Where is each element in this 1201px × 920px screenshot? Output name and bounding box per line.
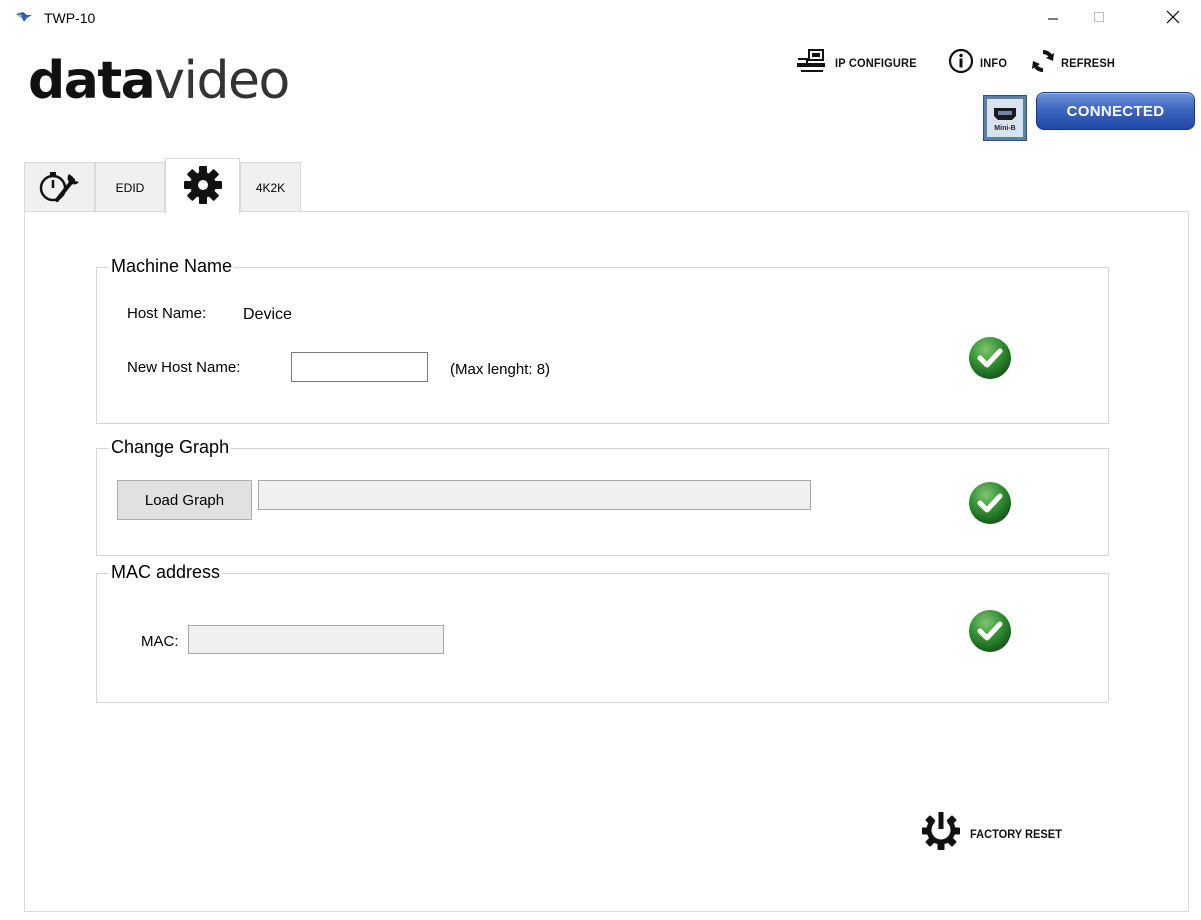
new-host-name-input[interactable] — [292, 353, 427, 381]
graph-path-field[interactable] — [258, 480, 811, 510]
check-icon — [969, 482, 1011, 524]
title-bar: TWP-10 — [0, 0, 1201, 34]
machine-name-title: Machine Name — [109, 256, 235, 277]
maximize-button[interactable] — [1076, 0, 1122, 34]
graph-path-input[interactable] — [259, 481, 810, 509]
mac-field[interactable] — [188, 625, 444, 654]
factory-reset-label: FACTORY RESET — [970, 826, 1062, 841]
mac-label: MAC: — [141, 633, 179, 650]
info-label: INFO — [980, 56, 1008, 70]
info-button[interactable]: INFO — [948, 48, 1009, 79]
power-gear-icon — [920, 810, 962, 857]
apply-graph-button[interactable] — [968, 481, 1012, 525]
info-icon — [948, 48, 974, 79]
mini-usb-label: Mini-B — [994, 124, 1016, 132]
new-host-name-label: New Host Name: — [127, 359, 241, 376]
max-length-hint: (Max lenght: 8) — [450, 361, 551, 378]
change-graph-title: Change Graph — [109, 437, 232, 458]
datavideo-logo: datavideo — [28, 51, 290, 111]
gear-icon — [181, 163, 225, 210]
mini-usb-port-icon: Mini-B — [983, 95, 1027, 141]
machine-name-group: Machine Name — [96, 256, 1109, 424]
tab-4k2k-label: 4K2K — [255, 180, 286, 195]
network-icon — [795, 48, 829, 78]
check-icon — [969, 337, 1011, 379]
apply-mac-button[interactable] — [968, 609, 1012, 653]
mac-input[interactable] — [189, 626, 443, 653]
tab-4k2k[interactable]: 4K2K — [240, 162, 301, 212]
close-button[interactable] — [1150, 0, 1196, 34]
load-graph-button[interactable]: Load Graph — [117, 480, 252, 520]
ip-configure-label: IP CONFIGURE — [835, 56, 917, 70]
mac-address-title: MAC address — [109, 562, 223, 583]
refresh-button[interactable]: REFRESH — [1031, 49, 1120, 78]
tab-edid-label: EDID — [115, 180, 145, 195]
connection-status-button[interactable]: CONNECTED — [1036, 92, 1195, 130]
host-name-value: Device — [243, 306, 292, 323]
app-icon — [15, 10, 33, 24]
host-name-label: Host Name: — [127, 305, 207, 322]
window-title: TWP-10 — [44, 10, 96, 26]
tab-diagnostics[interactable] — [24, 162, 95, 212]
tab-edid[interactable]: EDID — [95, 162, 165, 212]
new-host-name-field[interactable] — [291, 352, 428, 382]
apply-host-name-button[interactable] — [968, 336, 1012, 380]
check-icon — [969, 610, 1011, 652]
factory-reset-button[interactable]: FACTORY RESET — [920, 810, 1070, 857]
ip-configure-button[interactable]: IP CONFIGURE — [795, 48, 924, 78]
refresh-label: REFRESH — [1061, 56, 1116, 70]
refresh-icon — [1031, 49, 1055, 78]
stopwatch-wrench-icon — [35, 166, 85, 209]
tab-settings[interactable] — [165, 158, 240, 214]
minimize-button[interactable] — [1030, 0, 1076, 34]
